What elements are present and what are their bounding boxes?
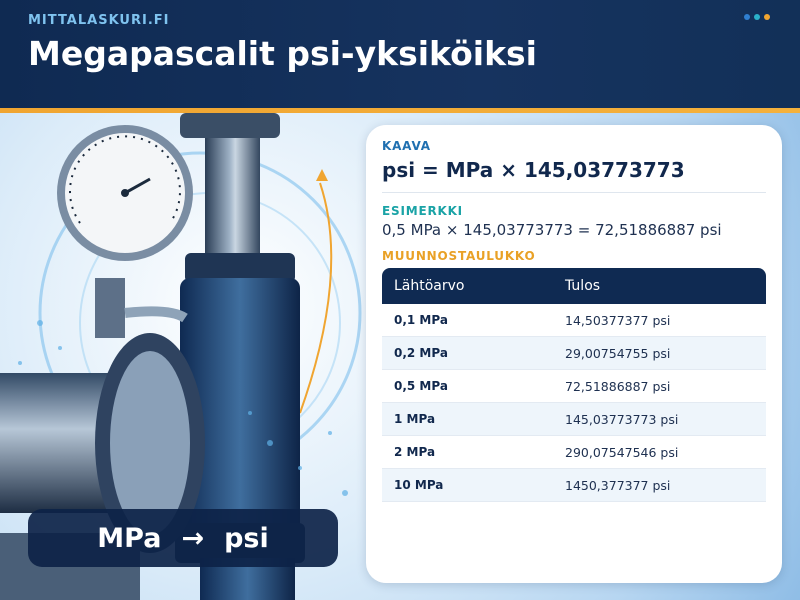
arrow-right-icon: → — [181, 522, 205, 554]
conversion-table: Lähtöarvo Tulos 0,1 MPa 14,50377377 psi … — [382, 268, 766, 502]
table-label: MUUNNOSTAULUKKO — [382, 249, 536, 263]
header-bar: MITTALASKURI.FI Megapascalit psi-yksiköi… — [0, 0, 800, 108]
column-header-result: Tulos — [565, 278, 601, 294]
divider — [382, 192, 766, 193]
table-cell-result: 1450,377377 psi — [565, 477, 671, 493]
dot-icon — [754, 14, 760, 20]
decorative-dots — [744, 14, 770, 20]
dot-icon — [744, 14, 750, 20]
table-cell-result: 290,07547546 psi — [565, 444, 679, 460]
conversion-direction-badge: MPa → psi — [28, 509, 338, 567]
table-cell-source: 2 MPa — [394, 445, 436, 459]
table-row: 0,2 MPa 29,00754755 psi — [382, 337, 766, 370]
site-name[interactable]: MITTALASKURI.FI — [28, 13, 169, 28]
table-cell-source: 0,2 MPa — [394, 346, 448, 360]
formula-label: KAAVA — [382, 139, 431, 153]
table-cell-result: 14,50377377 psi — [565, 312, 671, 328]
page-title: Megapascalit psi-yksiköiksi — [28, 34, 537, 73]
table-row: 1 MPa 145,03773773 psi — [382, 403, 766, 436]
table-cell-result: 72,51886887 psi — [565, 378, 671, 394]
table-cell-source: 0,1 MPa — [394, 313, 448, 327]
table-cell-source: 1 MPa — [394, 412, 436, 426]
formula: psi = MPa × 145,03773773 — [382, 158, 685, 182]
table-row: 0,5 MPa 72,51886887 psi — [382, 370, 766, 403]
column-header-source: Lähtöarvo — [394, 278, 465, 294]
table-cell-result: 29,00754755 psi — [565, 345, 671, 361]
example-label: ESIMERKKI — [382, 204, 463, 218]
table-cell-result: 145,03773773 psi — [565, 411, 679, 427]
table-row: 10 MPa 1450,377377 psi — [382, 469, 766, 502]
from-unit: MPa — [97, 522, 162, 554]
table-row: 2 MPa 290,07547546 psi — [382, 436, 766, 469]
to-unit: psi — [224, 522, 269, 554]
table-row: 0,1 MPa 14,50377377 psi — [382, 304, 766, 337]
dot-icon — [764, 14, 770, 20]
table-header: Lähtöarvo Tulos — [382, 268, 766, 304]
table-cell-source: 0,5 MPa — [394, 379, 448, 393]
example-text: 0,5 MPa × 145,03773773 = 72,51886887 psi — [382, 221, 722, 239]
table-cell-source: 10 MPa — [394, 478, 444, 492]
info-card: KAAVA psi = MPa × 145,03773773 ESIMERKKI… — [366, 125, 782, 583]
